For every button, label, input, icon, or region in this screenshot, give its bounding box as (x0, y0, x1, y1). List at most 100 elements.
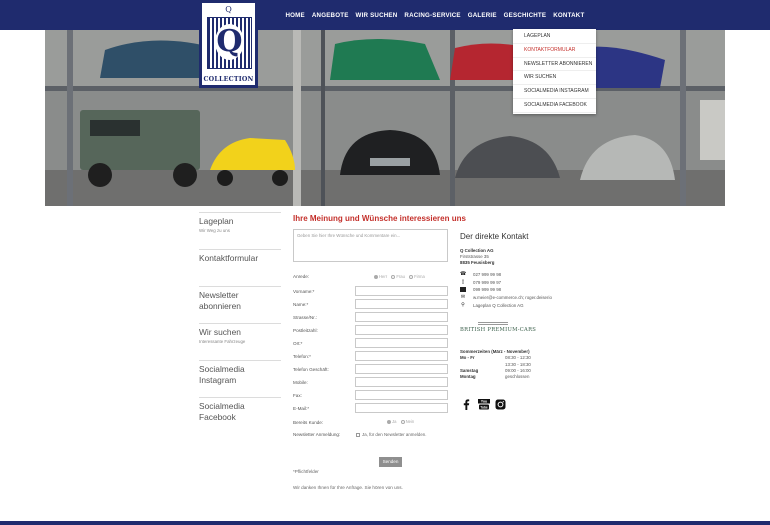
facebook-icon[interactable] (460, 398, 473, 411)
nav-angebote[interactable]: ANGEBOTE (312, 12, 349, 19)
strasse-label: Strasse/Nr.: (293, 315, 317, 320)
phone-number[interactable]: 027 999 99 98 (473, 272, 501, 277)
telefon-geschaeft-field[interactable] (355, 364, 448, 374)
radio-label: Herr (379, 274, 388, 279)
sidebar-item-wir-suchen[interactable]: Wir suchen Interessante Fahrzeuge (199, 323, 281, 360)
nav-wir-suchen[interactable]: WIR SUCHEN (356, 12, 398, 19)
british-premium-cars-logo[interactable]: BRITISH PREMIUM-CARS (460, 322, 537, 333)
sidebar-item-title: Wir suchen (199, 327, 241, 337)
sidebar-item-title: Socialmedia Instagram (199, 364, 245, 385)
hours-day: Mo - Fr (460, 355, 475, 360)
sidebar-item-subtitle: Wir Weg zu uns (199, 228, 230, 233)
sidebar-item-title: Kontaktformular (199, 253, 259, 263)
main-nav: HOME ANGEBOTE WIR SUCHEN RACING-SERVICE … (282, 0, 588, 30)
radio-label: Ja (392, 419, 397, 424)
email-field[interactable] (355, 403, 448, 413)
dropdown-item-facebook[interactable]: SOCIALMEDIA FACEBOOK (513, 99, 596, 113)
svg-text:Tube: Tube (480, 405, 488, 409)
brand-text: BRITISH PREMIUM-CARS (460, 327, 537, 333)
dropdown-item-newsletter[interactable]: NEWSLETTER ABONNIEREN (513, 58, 596, 72)
q-collection-logo[interactable]: Q Q COLLECTION (199, 0, 258, 88)
vorname-label: Vorname:* (293, 289, 315, 294)
form-title: Ihre Meinung und Wünsche interessieren u… (293, 214, 466, 223)
dropdown-item-lageplan[interactable]: LAGEPLAN (513, 30, 596, 44)
phone-row: ☎ 027 999 99 98 (460, 271, 501, 278)
vorname-field[interactable] (355, 286, 448, 296)
hours-day: Samstag (460, 368, 479, 373)
sidebar-item-kontaktformular[interactable]: Kontaktformular (199, 249, 281, 286)
kunde-label: Bereits Kunde: (293, 420, 324, 425)
radio-frau[interactable] (391, 274, 396, 279)
telefon-field[interactable] (355, 351, 448, 361)
instagram-icon[interactable] (494, 398, 507, 411)
radio-label: Nein (405, 419, 415, 424)
telefon-geschaeft-label: Telefon Geschäft: (293, 367, 329, 372)
radio-firma[interactable] (409, 274, 414, 279)
fax-label: Fax: (293, 393, 302, 398)
thanks-note: Wir danken Ihnen für Ihre Anfrage. Sie h… (293, 485, 403, 490)
fax-field[interactable] (355, 390, 448, 400)
message-textarea[interactable]: Geben Sie hier Ihre Wünsche und Kommenta… (293, 229, 448, 262)
garage-illustration (45, 30, 725, 206)
logo-emblem: Q (207, 17, 252, 69)
email-row: ✉ w.meier@e-commerce.ch; roger.deiserio (460, 294, 552, 301)
logo-letter: Q (215, 24, 244, 60)
strasse-field[interactable] (355, 312, 448, 322)
radio-label: Firma (414, 274, 425, 279)
footer-bar (0, 521, 770, 525)
name-field[interactable] (355, 299, 448, 309)
dropdown-item-kontaktformular[interactable]: KONTAKTFORMULAR (513, 44, 596, 58)
map-pin-icon: ⚲ (461, 302, 465, 308)
anrede-label: Anrede: (293, 274, 310, 279)
telefon-label: Telefon:* (293, 354, 311, 359)
top-navigation-bar: HOME ANGEBOTE WIR SUCHEN RACING-SERVICE … (0, 0, 770, 30)
sidebar-item-newsletter[interactable]: Newsletter abonnieren (199, 286, 281, 323)
mobile-row: ▯ 079 999 99 97 (460, 280, 501, 286)
newsletter-checkbox-row[interactable]: Ja, für den Newsletter anmelden. (356, 432, 426, 437)
sidebar-item-instagram[interactable]: Socialmedia Instagram (199, 360, 281, 397)
kontakt-dropdown-menu: LAGEPLAN KONTAKTFORMULAR NEWSLETTER ABON… (513, 29, 596, 114)
envelope-icon: ✉ (460, 294, 466, 300)
name-label: Name:* (293, 302, 309, 307)
radio-herr[interactable] (374, 274, 378, 279)
mobile-field[interactable] (355, 377, 448, 387)
submit-button[interactable]: Senden (379, 457, 402, 467)
svg-text:You: You (480, 400, 487, 404)
email-link[interactable]: w.meier@e-commerce.ch; roger.deiserio (473, 295, 552, 300)
mobile-label: Mobile: (293, 380, 308, 385)
hours-day: Montag (460, 374, 476, 379)
hours-time: 09:00 - 16:00 (505, 368, 531, 373)
newsletter-checkbox-label: Ja, für den Newsletter anmelden. (362, 432, 427, 437)
nav-home[interactable]: HOME (286, 12, 305, 19)
nav-galerie[interactable]: GALERIE (468, 12, 497, 19)
newsletter-checkbox[interactable] (356, 432, 360, 437)
hours-time: geschlossen (505, 374, 530, 379)
mobile-number[interactable]: 079 999 99 97 (473, 280, 501, 285)
social-links: You Tube (460, 398, 507, 411)
phone-icon: ☎ (460, 271, 467, 277)
sidebar-item-lageplan[interactable]: Lageplan Wir Weg zu uns (199, 212, 281, 249)
nav-geschichte[interactable]: GESCHICHTE (504, 12, 547, 19)
ort-field[interactable] (355, 338, 448, 348)
sidebar-item-facebook[interactable]: Socialmedia Facebook (199, 397, 281, 422)
contact-title: Der direkte Kontakt (460, 232, 529, 241)
email-label: E-Mail:* (293, 406, 310, 411)
hours-time: 08:30 - 12:30 (505, 355, 531, 360)
dropdown-item-wir-suchen[interactable]: WIR SUCHEN (513, 71, 596, 86)
fax-icon (460, 287, 466, 292)
radio-nein[interactable] (400, 419, 405, 424)
youtube-icon[interactable]: You Tube (477, 398, 490, 411)
postleitzahl-field[interactable] (355, 325, 448, 335)
radio-ja[interactable] (387, 419, 391, 424)
sidebar-item-title: Socialmedia Facebook (199, 401, 245, 422)
dropdown-item-instagram[interactable]: SOCIALMEDIA INSTAGRAM (513, 85, 596, 99)
sidebar: Lageplan Wir Weg zu uns Kontaktformular … (199, 212, 281, 422)
nav-kontakt[interactable]: KONTAKT (553, 12, 584, 19)
map-link[interactable]: Lageplan Q Collection AG (473, 303, 524, 308)
sidebar-item-title: Lageplan (199, 216, 234, 226)
newsletter-label: Newsletter Anmeldung: (293, 432, 341, 437)
anrede-radio-group: Herr Frau Firma (374, 274, 425, 279)
logo-wordmark: COLLECTION (203, 76, 254, 83)
nav-racing-service[interactable]: RACING-SERVICE (404, 12, 460, 19)
radio-label: Frau (396, 274, 405, 279)
